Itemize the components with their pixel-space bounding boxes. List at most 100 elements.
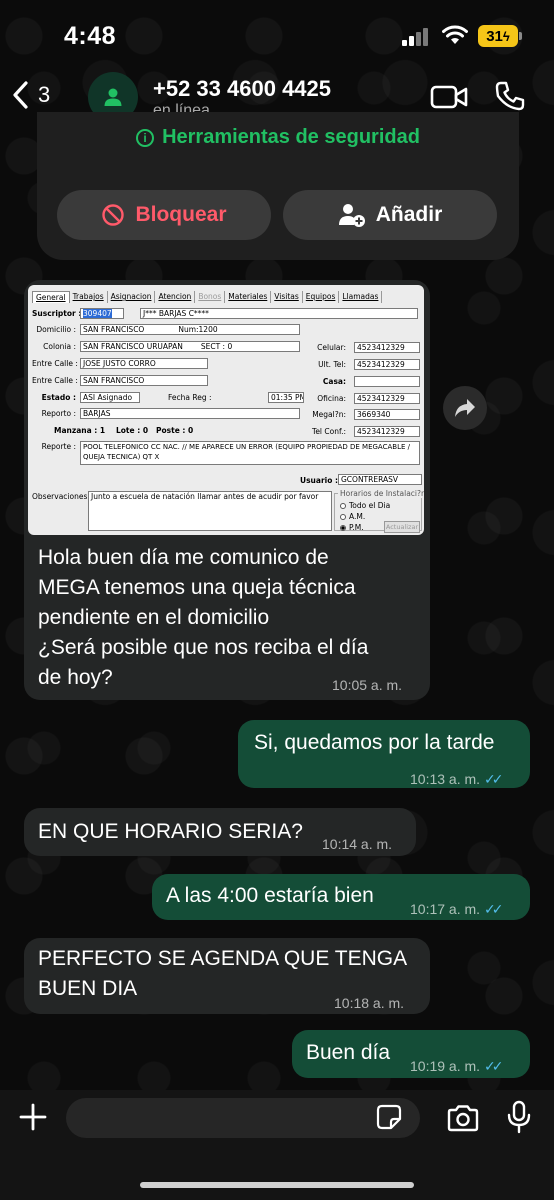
label-oficina: Oficina: xyxy=(317,394,346,403)
app-tab-llamadas: Llamadas xyxy=(339,291,383,303)
message-time: 10:18 a. m. xyxy=(334,995,405,1011)
app-tab-trabajos: Trabajos xyxy=(70,291,108,303)
label-megal: Megal?n: xyxy=(312,410,346,419)
label-ult-tel: Ult. Tel: xyxy=(318,360,346,369)
forward-button[interactable] xyxy=(443,386,487,430)
label-entre-calle-2: Entre Calle : xyxy=(32,376,78,385)
back-button[interactable]: 3 xyxy=(10,80,50,110)
field-tel-conf: 4523412329 xyxy=(354,426,420,437)
app-tab-visitas: Visitas xyxy=(271,291,303,303)
label-casa: Casa: xyxy=(322,377,346,386)
field-celular: 4523412329 xyxy=(354,342,420,353)
back-count: 3 xyxy=(38,82,51,107)
security-tools-title[interactable]: i Herramientas de seguridad xyxy=(37,126,519,149)
field-entre-calle-1: JOSE JUSTO CORRO xyxy=(80,358,208,369)
sticker-icon[interactable] xyxy=(376,1104,402,1130)
app-tab-asignacion: Asignacion xyxy=(108,291,156,303)
forward-icon xyxy=(455,399,475,417)
contact-avatar-icon xyxy=(104,88,122,106)
label-suscriptor: Suscriptor : xyxy=(32,309,82,318)
message-time: 10:17 a. m. ✓✓ xyxy=(410,894,504,924)
message-bubble-outgoing[interactable]: Buen día 10:19 a. m. ✓✓ xyxy=(292,1030,530,1078)
field-sect: SECT : 0 xyxy=(200,342,233,351)
wifi-icon xyxy=(442,25,468,44)
radio-todo-el-dia: Todo el Dia xyxy=(340,501,390,510)
field-suscriptor-name: J*** BARJAS C**** xyxy=(140,308,418,319)
message-bubble-outgoing[interactable]: Si, quedamos por la tarde 10:13 a. m. ✓✓ xyxy=(238,720,530,788)
label-colonia: Colonia : xyxy=(43,342,76,351)
app-tab-general: General xyxy=(32,291,70,303)
label-lote: Lote : 0 xyxy=(116,426,149,435)
camera-icon[interactable] xyxy=(446,1104,480,1132)
shared-image-screenshot[interactable]: General Trabajos Asignacion Atencion Bon… xyxy=(28,285,424,535)
label-domicilio: Domicilio : xyxy=(36,325,76,334)
app-tab-equipos: Equipos xyxy=(303,291,340,303)
label-horarios: Horarios de Instalaci?n xyxy=(338,489,424,498)
label-fecha-reg: Fecha Reg : xyxy=(168,393,212,402)
add-contact-button[interactable]: Añadir xyxy=(283,190,497,240)
info-icon: i xyxy=(136,129,155,147)
add-label: Añadir xyxy=(375,203,443,226)
field-megal: 3669340 xyxy=(354,409,420,420)
video-call-icon[interactable] xyxy=(430,84,468,110)
label-manzana: Manzana : 1 xyxy=(54,426,106,435)
message-time: 10:13 a. m. ✓✓ xyxy=(410,764,504,794)
label-observaciones: Observaciones: xyxy=(32,492,90,501)
block-button[interactable]: Bloquear xyxy=(57,190,271,240)
label-estado: Estado : xyxy=(41,393,76,402)
message-bubble-outgoing[interactable]: A las 4:00 estaría bien 10:17 a. m. ✓✓ xyxy=(152,874,530,920)
radio-pm: P.M. xyxy=(340,523,364,532)
status-bar: 4:48 31 ϟ xyxy=(0,0,554,72)
field-colonia: SAN FRANCISCO URUAPAN SECT : 0 xyxy=(80,341,300,352)
charging-bolt-icon: ϟ xyxy=(502,28,510,44)
field-oficina: 4523412329 xyxy=(354,393,420,404)
label-entre-calle-1: Entre Calle : xyxy=(32,359,78,368)
security-tools-label: Herramientas de seguridad xyxy=(162,126,420,148)
message-bubble-incoming[interactable]: PERFECTO SE AGENDA QUE TENGA BUEN DIA 10… xyxy=(24,938,430,1014)
message-time: 10:19 a. m. ✓✓ xyxy=(410,1051,504,1081)
label-celular: Celular: xyxy=(317,343,346,352)
read-ticks-icon: ✓✓ xyxy=(484,1058,504,1074)
field-ult-tel: 4523412329 xyxy=(354,359,420,370)
message-text: EN QUE HORARIO SERIA? xyxy=(38,820,303,843)
field-reporto: BARJAS xyxy=(80,408,300,419)
cellular-signal-icon xyxy=(402,28,432,46)
status-time: 4:48 xyxy=(64,22,117,50)
field-observaciones: Junto a escuela de natación llamar antes… xyxy=(88,491,332,531)
app-tab-bonos: Bonos xyxy=(195,291,226,303)
field-estado: ASI Asignado xyxy=(80,392,140,403)
label-reporte: Reporte : xyxy=(41,442,76,451)
back-chevron-icon xyxy=(13,81,28,109)
label-usuario: Usuario : xyxy=(300,476,338,485)
app-tab-atencion: Atencion xyxy=(155,291,196,303)
message-text: Buen día xyxy=(306,1041,391,1064)
label-reporto: Reporto : xyxy=(41,409,76,418)
update-button: Actualizar xyxy=(384,521,420,533)
message-input[interactable] xyxy=(66,1098,420,1138)
field-suscriptor-id: 309407 xyxy=(80,308,124,319)
field-domicilio: SAN FRANCISCO Num:1200 xyxy=(80,324,300,335)
message-text: A las 4:00 estaría bien xyxy=(166,884,374,907)
block-label: Bloquear xyxy=(135,203,227,226)
label-tel-conf: Tel Conf.: xyxy=(312,427,346,436)
message-bubble-incoming[interactable]: EN QUE HORARIO SERIA? 10:14 a. m. xyxy=(24,808,416,856)
battery-indicator: 31 ϟ xyxy=(478,25,522,47)
app-tab-bar: General Trabajos Asignacion Atencion Bon… xyxy=(32,291,383,303)
field-casa xyxy=(354,376,420,387)
field-usuario: GCONTRERASV xyxy=(338,474,422,485)
phone-call-icon[interactable] xyxy=(494,80,526,112)
field-reporte: POOL TELEFONICO CC NAC. // ME APARECE UN… xyxy=(80,441,420,465)
message-time: 10:14 a. m. xyxy=(322,836,393,852)
read-ticks-icon: ✓✓ xyxy=(484,901,504,917)
home-indicator[interactable] xyxy=(140,1182,414,1188)
microphone-icon[interactable] xyxy=(506,1100,532,1134)
radio-am: A.M. xyxy=(340,512,365,521)
read-ticks-icon: ✓✓ xyxy=(484,771,504,787)
battery-level: 31 xyxy=(486,27,503,45)
field-num: Num:1200 xyxy=(178,325,218,334)
plus-icon[interactable] xyxy=(18,1102,48,1132)
field-entre-calle-2: SAN FRANCISCO xyxy=(80,375,208,386)
message-text: Si, quedamos por la tarde xyxy=(254,731,495,754)
contact-name[interactable]: +52 33 4600 4425 xyxy=(153,76,331,102)
label-poste: Poste : 0 xyxy=(156,426,194,435)
